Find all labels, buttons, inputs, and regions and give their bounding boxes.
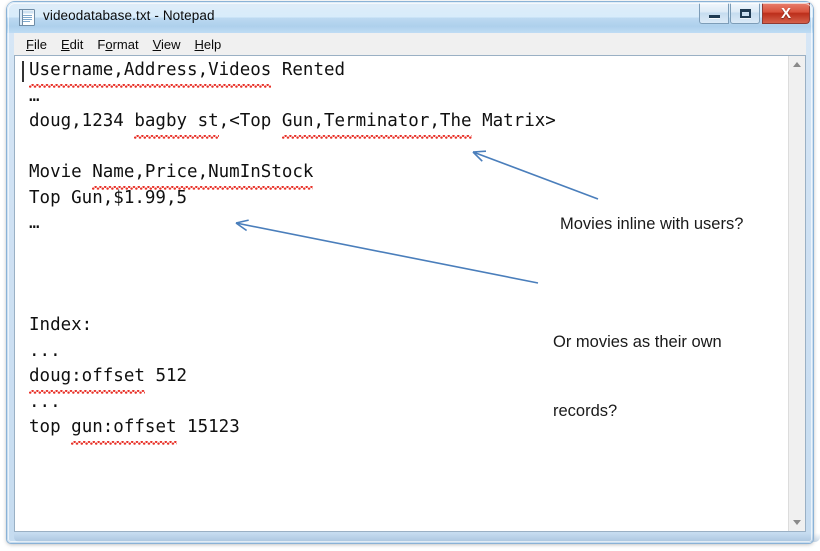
close-button[interactable]: X <box>762 3 810 24</box>
text-run: Index: <box>29 315 93 335</box>
scroll-down-arrow-button[interactable] <box>789 514 805 531</box>
text-editor[interactable]: Username,Address,Videos Rented… doug,1234… <box>15 56 788 531</box>
window-title: videodatabase.txt - Notepad <box>43 8 215 23</box>
text-line: … <box>29 211 556 237</box>
notepad-document-icon <box>19 9 35 26</box>
menu-bar: File Edit Format View Help <box>14 33 806 55</box>
scroll-up-arrow-icon <box>793 62 801 67</box>
menu-item-format[interactable]: Format <box>90 35 145 54</box>
text-run: Rented <box>271 60 346 80</box>
text-run: 512 <box>144 366 188 386</box>
text-line <box>29 288 556 314</box>
text-caret <box>22 61 24 82</box>
text-line: Index: <box>29 313 556 339</box>
vertical-scrollbar[interactable] <box>788 56 805 531</box>
text-run: doug,1234 <box>29 111 135 131</box>
document-text: Username,Address,Videos Rented… doug,1234… <box>29 58 556 441</box>
scroll-up-arrow-button[interactable] <box>789 56 805 73</box>
misspelled-text: Username,Address,Videos <box>29 58 272 88</box>
window-bottom-glow <box>14 533 820 542</box>
close-icon: X <box>780 4 791 22</box>
maximize-button[interactable] <box>730 3 760 24</box>
maximize-icon <box>731 3 759 23</box>
minimize-icon <box>700 3 728 23</box>
misspelled-text: Gun,Terminator,The <box>281 109 472 139</box>
caption-button-group: X <box>698 3 810 25</box>
text-line: doug:offset 512 <box>29 364 556 390</box>
text-run: … <box>29 213 40 233</box>
notepad-window: videodatabase.txt - Notepad X File Edit … <box>7 2 820 543</box>
text-line: top gun:offset 15123 <box>29 415 556 441</box>
text-run: Movie <box>29 162 93 182</box>
menu-item-file[interactable]: File <box>19 35 54 54</box>
menu-item-help[interactable]: Help <box>188 35 229 54</box>
text-line: Movie Name,Price,NumInStock <box>29 160 556 186</box>
window-client-area: File Edit Format View Help Username,Addr… <box>14 33 806 532</box>
misspelled-text: gun:offset <box>71 415 177 445</box>
text-run: ... <box>29 391 61 412</box>
text-line: Username,Address,Videos Rented <box>29 58 556 84</box>
text-line <box>29 237 556 263</box>
scroll-down-arrow-icon <box>793 520 801 525</box>
text-run: ,<Top <box>218 111 282 131</box>
menu-item-view[interactable]: View <box>146 35 188 54</box>
misspelled-text: Name,Price,NumInStock <box>92 160 314 190</box>
text-line: ... <box>29 339 556 365</box>
text-run: 15123 <box>176 417 240 437</box>
text-run: top <box>29 417 72 437</box>
text-run: ... <box>29 340 61 361</box>
text-run: … <box>29 85 40 106</box>
misspelled-text: bagby st <box>134 109 219 139</box>
text-run: Top Gun,$1.99,5 <box>29 187 188 208</box>
text-line: doug,1234 bagby st,<Top Gun,Terminator,T… <box>29 109 556 135</box>
text-line <box>29 262 556 288</box>
misspelled-text: doug:offset <box>29 364 145 394</box>
window-titlebar[interactable]: videodatabase.txt - Notepad X <box>7 2 813 33</box>
menu-item-edit[interactable]: Edit <box>54 35 90 54</box>
text-editor-frame: Username,Address,Videos Rented… doug,1234… <box>14 55 806 532</box>
text-run: Matrix> <box>471 111 556 131</box>
minimize-button[interactable] <box>699 3 729 24</box>
